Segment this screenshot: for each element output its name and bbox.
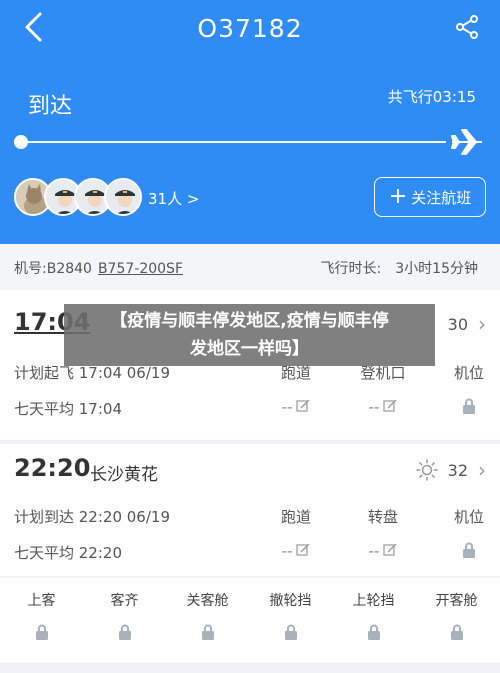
edit-icon xyxy=(296,543,310,556)
gate-value[interactable]: -- xyxy=(348,398,418,416)
ground-op-item[interactable]: 开客舱 xyxy=(415,590,498,640)
avatar-pilot-3 xyxy=(104,178,142,216)
ground-operations-bar: 上客 客齐 关客舱 撤轮挡 上轮挡 开客舱 xyxy=(0,578,500,663)
runway-value[interactable]: -- xyxy=(261,398,331,416)
lock-icon xyxy=(463,542,475,558)
passenger-count-link[interactable]: 31人 > xyxy=(148,188,199,209)
follow-flight-button[interactable]: + 关注航班 xyxy=(374,177,486,217)
ground-op-item[interactable]: 关客舱 xyxy=(166,590,249,640)
progress-start-dot xyxy=(14,135,28,149)
chevron-right-icon: › xyxy=(478,458,486,482)
lock-icon xyxy=(463,398,475,414)
chevron-right-icon: › xyxy=(478,312,486,336)
flight-number: O37182 xyxy=(197,14,303,43)
edit-icon xyxy=(383,399,397,412)
plus-icon: + xyxy=(388,184,408,209)
flight-progress xyxy=(14,128,484,156)
arrival-time: 22:20 xyxy=(14,454,91,482)
follow-flight-label: 关注航班 xyxy=(411,188,472,207)
arrival-card[interactable]: 22:20 长沙黄花 32 › 计划到达 22:20 06/19 跑道 转盘 机… xyxy=(0,444,500,576)
overlay-line-2: 发地区一样吗】 xyxy=(190,339,309,359)
ground-op-item[interactable]: 客齐 xyxy=(83,590,166,640)
arrival-header-row: 22:20 长沙黄花 32 › xyxy=(14,454,486,488)
arrival-avg-row: 七天平均 22:20 -- -- xyxy=(14,542,500,562)
aircraft-type-link[interactable]: B757-200SF xyxy=(98,261,183,277)
arrival-airport: 长沙黄花 xyxy=(90,465,158,485)
arrival-plan-row: 计划到达 22:20 06/19 跑道 转盘 机位 xyxy=(14,506,500,526)
lock-icon xyxy=(284,624,297,640)
ground-op-label: 客齐 xyxy=(110,593,139,609)
departure-weather[interactable]: 30 › xyxy=(448,312,486,336)
runway-label: 跑道 xyxy=(280,508,311,526)
lock-icon xyxy=(35,624,48,640)
departure-seven-day-avg: 七天平均 17:04 xyxy=(14,400,122,418)
lock-icon xyxy=(450,624,463,640)
lock-icon xyxy=(367,624,380,640)
airplane-icon xyxy=(451,129,482,155)
sun-icon xyxy=(415,459,438,481)
stand-value xyxy=(434,398,500,418)
departure-temp: 30 xyxy=(447,314,468,334)
stand-label: 机位 xyxy=(453,364,484,382)
aircraft-registration: 机号:B2840 B757-200SF xyxy=(14,258,183,278)
ground-op-label: 上客 xyxy=(27,593,56,609)
baggage-carousel-label: 转盘 xyxy=(367,508,398,526)
total-flight-time: 共飞行03:15 xyxy=(387,88,476,106)
gate-value-text: -- xyxy=(368,398,380,416)
ground-op-item[interactable]: 撤轮挡 xyxy=(249,590,332,640)
registration-text: 机号:B2840 xyxy=(14,261,92,277)
runway-value-text: -- xyxy=(281,542,293,560)
runway-value-text: -- xyxy=(281,398,293,416)
lock-icon xyxy=(118,624,131,640)
stand-label: 机位 xyxy=(453,508,484,526)
overlay-line-1: 【疫情与顺丰停发地区,疫情与顺丰停 xyxy=(110,311,389,331)
arrival-seven-day-avg: 七天平均 22:20 xyxy=(14,544,122,562)
pilot-avatar-icon xyxy=(106,180,140,214)
carousel-value-text: -- xyxy=(368,542,380,560)
arrival-weather[interactable]: 32 › xyxy=(415,458,486,482)
departure-planned-time: 计划起飞 17:04 06/19 xyxy=(14,364,170,382)
arrival-planned-time: 计划到达 22:20 06/19 xyxy=(14,508,170,526)
flight-status: 到达 xyxy=(28,94,73,119)
passenger-avatars[interactable] xyxy=(14,178,144,218)
duration-value: 3小时15分钟 xyxy=(395,261,478,277)
ground-op-label: 撤轮挡 xyxy=(269,593,312,609)
duration-label: 飞行时长: xyxy=(320,261,382,277)
ground-op-label: 开客舱 xyxy=(435,593,478,609)
flight-duration: 飞行时长: 3小时15分钟 xyxy=(321,258,478,278)
ground-op-label: 上轮挡 xyxy=(352,593,395,609)
lock-icon xyxy=(201,624,214,640)
stand-value xyxy=(434,542,500,562)
arrival-temp: 32 xyxy=(447,460,468,480)
ground-op-item[interactable]: 上轮挡 xyxy=(332,590,415,640)
edit-icon xyxy=(383,543,397,556)
carousel-value[interactable]: -- xyxy=(348,542,418,560)
ground-op-label: 关客舱 xyxy=(186,593,229,609)
ground-op-item[interactable]: 上客 xyxy=(0,590,83,640)
departure-avg-row: 七天平均 17:04 -- -- xyxy=(14,398,500,418)
share-icon[interactable] xyxy=(454,14,480,40)
progress-line xyxy=(20,141,446,143)
article-title-overlay[interactable]: 【疫情与顺丰停发地区,疫情与顺丰停 发地区一样吗】 xyxy=(64,304,435,366)
aircraft-info-bar: 机号:B2840 B757-200SF 飞行时长: 3小时15分钟 xyxy=(0,244,500,290)
flight-header: O37182 到达 共飞行03:15 31人 > + 关注航班 xyxy=(0,0,500,244)
edit-icon xyxy=(296,399,310,412)
runway-value[interactable]: -- xyxy=(261,542,331,560)
